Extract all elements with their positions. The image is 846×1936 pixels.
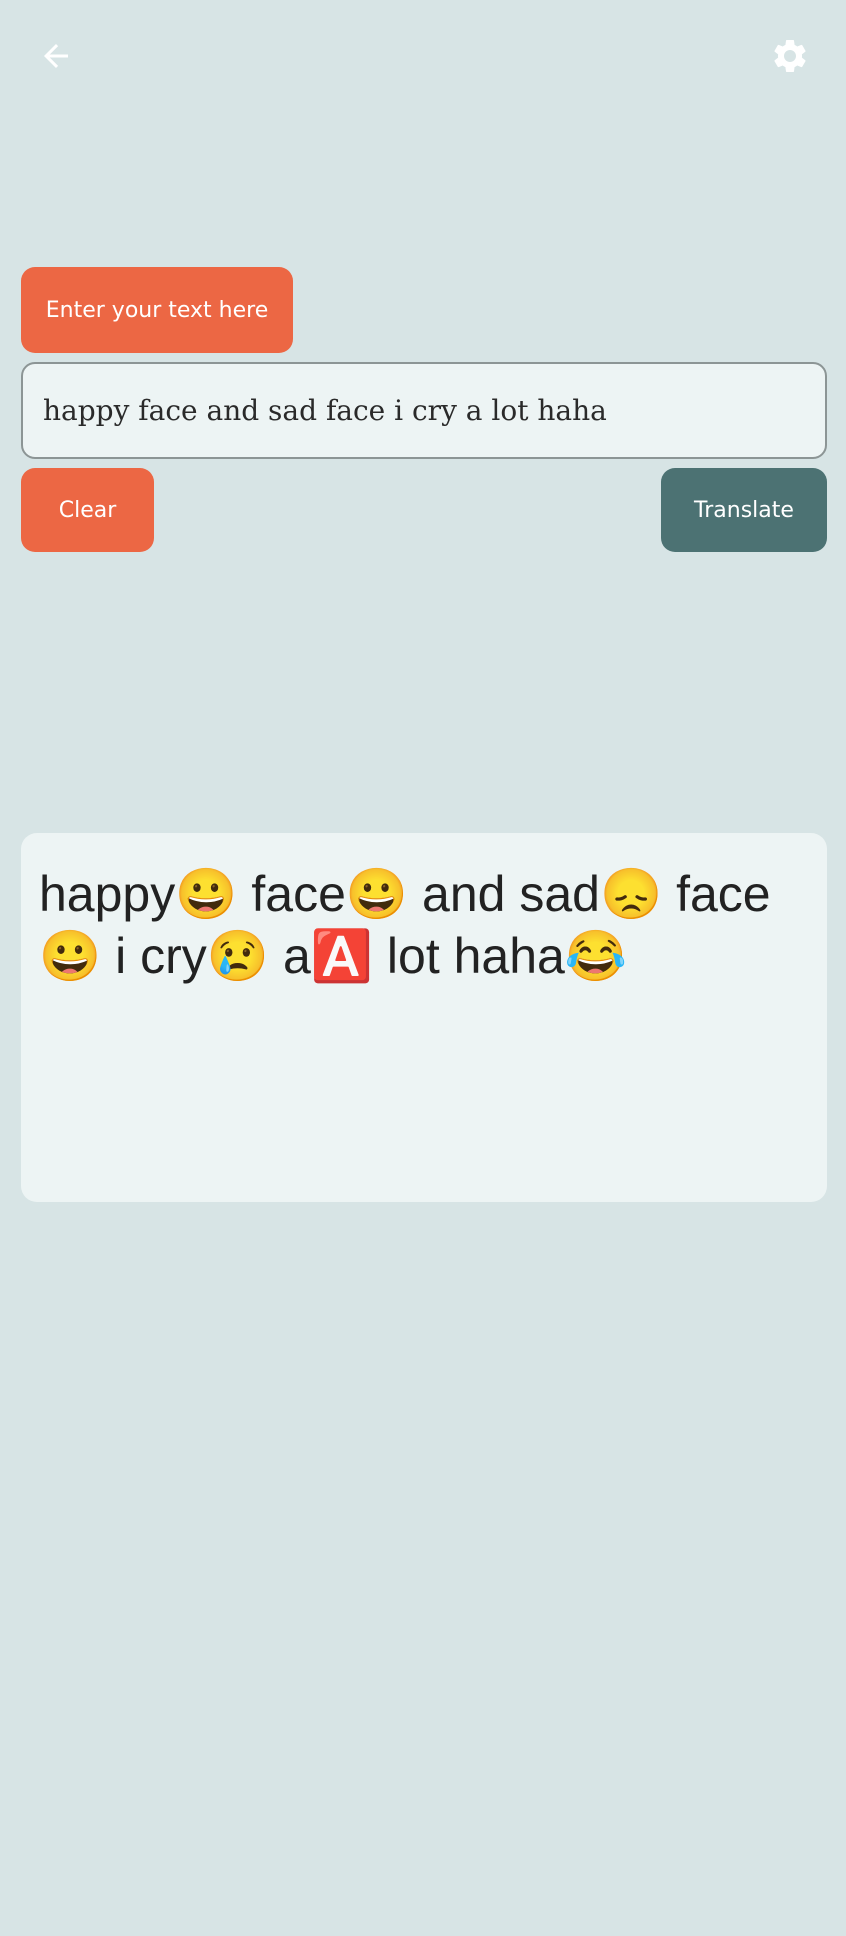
top-bar — [0, 0, 846, 112]
back-button[interactable] — [28, 28, 84, 84]
translate-button[interactable]: Translate — [661, 468, 827, 552]
text-input[interactable] — [21, 362, 827, 459]
translated-output-text: happy😀 face😀 and sad😞 face😀 i cry😢 a🅰️ l… — [39, 866, 771, 984]
gear-icon — [774, 39, 806, 72]
arrow-left-icon — [44, 44, 68, 68]
clear-button[interactable]: Clear — [21, 468, 154, 552]
input-prompt-label: Enter your text here — [21, 267, 293, 353]
settings-button[interactable] — [762, 28, 818, 84]
output-card: happy😀 face😀 and sad😞 face😀 i cry😢 a🅰️ l… — [21, 833, 827, 1202]
